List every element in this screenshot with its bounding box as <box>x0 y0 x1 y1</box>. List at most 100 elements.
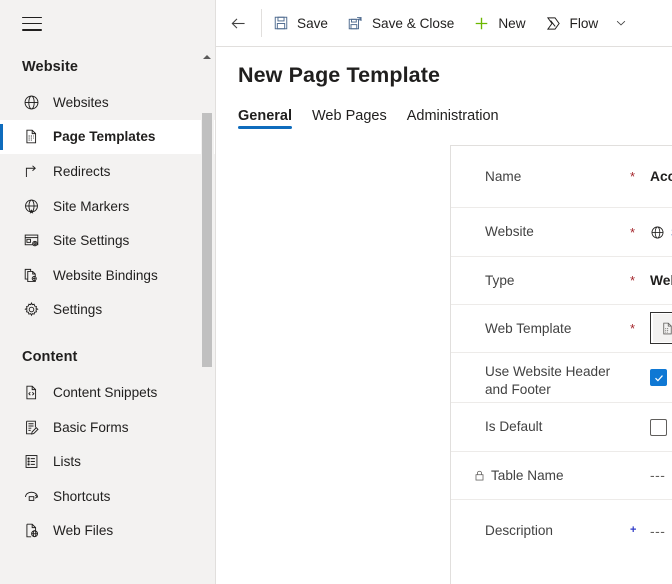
sidebar-item-label: Website Bindings <box>53 268 158 283</box>
field-value-table-name: --- <box>650 468 672 483</box>
sidebar-item-label: Content Snippets <box>53 385 157 400</box>
form-row-name: Name * Account Data Snippet <box>451 146 672 208</box>
field-value-name[interactable]: Account Data Snippet <box>650 169 672 184</box>
checkbox-is-default[interactable] <box>650 419 667 436</box>
field-label-table-name: Table Name <box>473 467 630 485</box>
sidebar-item-label: Site Markers <box>53 199 129 214</box>
globe-star-icon <box>22 197 40 215</box>
sidebar-scrollbar[interactable] <box>201 47 214 584</box>
website-lookup-link[interactable]: Starter Portal <box>650 225 672 240</box>
plus-icon <box>472 14 491 33</box>
type-value-label: Web Template <box>650 273 672 288</box>
sidebar-item-content-snippets[interactable]: Content Snippets <box>0 375 215 410</box>
website-bindings-icon <box>22 266 40 284</box>
page-template-icon <box>22 128 40 146</box>
sidebar-item-label: Basic Forms <box>53 420 129 435</box>
redirect-arrow-icon <box>22 162 40 180</box>
form-row-description: Description + --- <box>451 500 672 562</box>
sidebar-item-settings[interactable]: Settings <box>0 293 215 328</box>
field-label-web-template: Web Template <box>485 320 630 338</box>
optional-plus-marker: + <box>630 525 650 536</box>
command-bar: Save Save & Close <box>216 0 672 47</box>
sidebar-item-site-settings[interactable]: Site Settings <box>0 223 215 258</box>
sidebar-item-page-templates[interactable]: Page Templates <box>0 120 215 155</box>
sidebar-item-shortcuts[interactable]: Shortcuts <box>0 479 215 514</box>
web-template-lookup-input[interactable]: account-web-template <box>650 312 672 344</box>
sidebar-group-title-website: Website <box>0 47 215 85</box>
flow-button-label: Flow <box>570 16 599 31</box>
hamburger-icon[interactable] <box>22 17 42 31</box>
sidebar-item-lists[interactable]: Lists <box>0 444 215 479</box>
field-label-website: Website <box>485 223 630 241</box>
new-button[interactable]: New <box>463 0 534 46</box>
save-button-label: Save <box>297 16 328 31</box>
save-icon <box>271 14 290 33</box>
sidebar-item-web-files[interactable]: Web Files <box>0 514 215 549</box>
sidebar-item-label: Redirects <box>53 164 110 179</box>
sidebar-item-label: Site Settings <box>53 233 129 248</box>
page-header: New Page Template General Web Pages Admi… <box>216 47 672 129</box>
flow-button[interactable]: Flow <box>535 0 608 46</box>
field-value-website[interactable]: Starter Portal <box>650 225 672 240</box>
app-window: Website Websites <box>0 0 672 584</box>
form-edit-icon <box>22 418 40 436</box>
field-value-type[interactable]: Web Template <box>650 273 672 288</box>
file-icon <box>660 321 672 336</box>
main-content: Save Save & Close <box>216 0 672 584</box>
required-marker: * <box>630 274 650 287</box>
flow-icon <box>544 14 563 33</box>
form-row-is-default: Is Default <box>451 403 672 452</box>
sidebar-item-label: Lists <box>53 454 81 469</box>
save-and-close-button-label: Save & Close <box>372 16 454 31</box>
lock-icon <box>473 469 486 482</box>
required-marker: * <box>630 322 650 335</box>
tab-administration[interactable]: Administration <box>407 108 499 129</box>
page-title: New Page Template <box>238 63 650 88</box>
field-label-is-default: Is Default <box>485 418 630 436</box>
required-marker: * <box>630 170 650 183</box>
checkbox-use-website-header-and-footer[interactable] <box>650 369 667 386</box>
form-row-website: Website * Starter Portal <box>451 208 672 257</box>
site-settings-icon <box>22 232 40 250</box>
sidebar-header <box>0 0 215 47</box>
list-icon <box>22 453 40 471</box>
field-value-description[interactable]: --- <box>650 524 672 539</box>
tab-web-pages[interactable]: Web Pages <box>312 108 387 129</box>
save-and-close-icon <box>346 14 365 33</box>
form-row-web-template: Web Template * account-web-template <box>451 305 672 353</box>
shortcut-icon <box>22 487 40 505</box>
save-and-close-button[interactable]: Save & Close <box>337 0 463 46</box>
sidebar-item-label: Websites <box>53 95 109 110</box>
web-file-icon <box>22 522 40 540</box>
form-row-type: Type * Web Template <box>451 257 672 305</box>
sidebar-item-websites[interactable]: Websites <box>0 85 215 120</box>
sidebar: Website Websites <box>0 0 216 584</box>
globe-icon <box>650 225 665 240</box>
chevron-down-icon[interactable] <box>607 0 635 46</box>
scrollbar-thumb[interactable] <box>202 113 212 367</box>
table-name-label-text: Table Name <box>491 467 564 485</box>
form-card: Name * Account Data Snippet Website * <box>450 145 672 584</box>
field-label-name: Name <box>485 168 630 186</box>
sidebar-item-label: Web Files <box>53 523 113 538</box>
tab-strip: General Web Pages Administration <box>238 102 650 129</box>
gear-icon <box>22 301 40 319</box>
field-value-use-website-header-and-footer <box>650 369 672 386</box>
sidebar-item-site-markers[interactable]: Site Markers <box>0 189 215 224</box>
scroll-up-arrow-icon[interactable] <box>203 55 211 59</box>
web-template-chip[interactable]: account-web-template <box>653 314 672 342</box>
sidebar-item-website-bindings[interactable]: Website Bindings <box>0 258 215 293</box>
sidebar-item-label: Settings <box>53 302 102 317</box>
back-arrow-icon[interactable] <box>216 0 261 46</box>
field-label-use-website-header-and-footer: Use Website Header and Footer <box>485 356 630 399</box>
code-file-icon <box>22 383 40 401</box>
required-marker: * <box>630 226 650 239</box>
sidebar-item-label: Page Templates <box>53 129 156 144</box>
form-row-table-name: Table Name --- <box>451 452 672 500</box>
sidebar-item-basic-forms[interactable]: Basic Forms <box>0 410 215 445</box>
form-row-use-website-header-and-footer: Use Website Header and Footer <box>451 353 672 403</box>
sidebar-item-redirects[interactable]: Redirects <box>0 154 215 189</box>
save-button[interactable]: Save <box>262 0 337 46</box>
field-value-is-default <box>650 419 672 436</box>
tab-general[interactable]: General <box>238 108 292 129</box>
